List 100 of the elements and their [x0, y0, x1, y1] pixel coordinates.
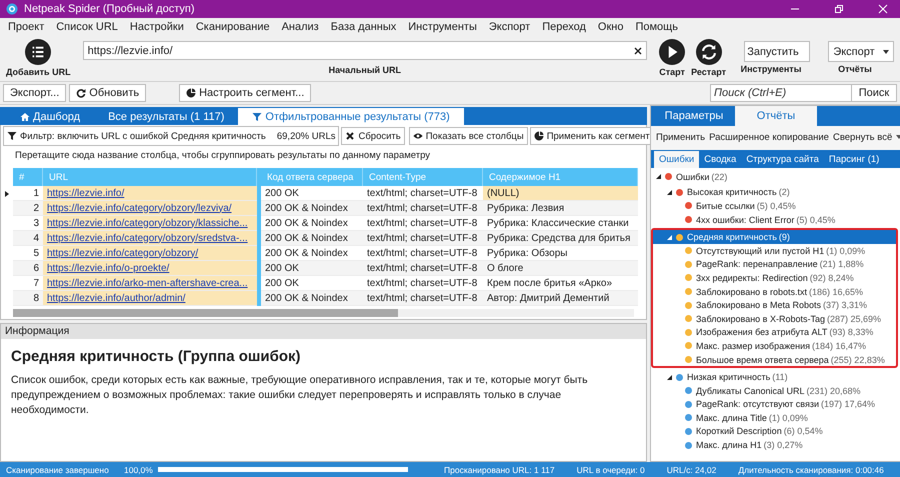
reports-label: Отчёты	[838, 64, 872, 74]
tree-item[interactable]: PageRank: отсутствуют связи (197) 17,64%	[653, 398, 896, 412]
scan-state: Сканирование завершено	[6, 464, 110, 474]
window-title: Netpeak Spider (Пробный доступ)	[24, 3, 194, 15]
expander-icon[interactable]	[656, 174, 661, 180]
table-cell: 200 OK & Noindex	[261, 231, 363, 246]
results-tab[interactable]: Дашборд	[6, 108, 94, 125]
side-tab[interactable]: Отчёты	[735, 106, 817, 126]
table-cell: Рубрика: Лезвия	[483, 201, 638, 216]
table-cell: (NULL)	[483, 186, 638, 201]
results-tab[interactable]: Все результаты (1 117)	[94, 108, 238, 125]
search-field[interactable]: Поиск (Ctrl+E)	[710, 84, 852, 102]
tree-item[interactable]: Низкая критичность (11)	[653, 370, 896, 384]
report-action[interactable]: Свернуть всё	[830, 132, 894, 142]
tree-item[interactable]: Макс. размер изображения (184) 16,47%	[653, 339, 896, 353]
restart-button[interactable]	[696, 39, 722, 65]
export-button[interactable]: Экспорт...	[3, 84, 66, 102]
menu-item[interactable]: Помощь	[629, 21, 684, 33]
menu-item[interactable]: Настройки	[124, 21, 190, 33]
run-dropdown[interactable]: Запустить	[744, 41, 810, 62]
tree-item[interactable]: Отсутствующий или пустой H1 (1) 0,09%	[653, 244, 896, 258]
pie-chart-icon	[534, 131, 544, 141]
cross-icon	[345, 131, 356, 141]
tree-item[interactable]: Макс. длина Title (1) 0,09%	[653, 411, 896, 425]
tree-item[interactable]: Короткий Description (6) 0,54%	[653, 424, 896, 438]
restore-icon[interactable]	[834, 4, 844, 14]
table-cell: Рубрика: Средства для бритья	[483, 231, 638, 246]
eye-icon	[412, 131, 423, 141]
tree-item[interactable]: Заблокировано в Meta Robots (37) 3,31%	[653, 298, 896, 312]
show-columns-button[interactable]: Показать все столбцы	[408, 127, 528, 145]
report-tab[interactable]: Сводка	[699, 151, 742, 168]
horizontal-scrollbar[interactable]	[13, 309, 634, 317]
tree-item[interactable]: Средняя критичность (9)	[653, 230, 896, 244]
start-label: Старт	[659, 67, 685, 77]
close-icon[interactable]	[878, 4, 888, 14]
tree-item[interactable]: Изображения без атрибута ALT (93) 8,33%	[653, 326, 896, 340]
tree-item[interactable]: Большое время ответа сервера (255) 22,83%	[653, 352, 896, 366]
filter-indicator: Фильтр: включить URL с ошибкой Средняя критичность 69,20% URLs	[3, 126, 340, 146]
refresh-icon	[76, 88, 86, 98]
table-cell: 200 OK & Noindex	[261, 201, 363, 216]
export-dropdown[interactable]: Экспорт	[828, 41, 894, 62]
tools-label: Инструменты	[740, 64, 802, 74]
filter-icon	[252, 112, 262, 122]
menu-item[interactable]: Экспорт	[482, 21, 536, 33]
table-cell: 8	[13, 291, 43, 306]
tree-item[interactable]: Дубликаты Canonical URL (231) 20,68%	[653, 384, 896, 398]
report-tab[interactable]: Парсинг (1)	[824, 151, 884, 168]
table-cell: 4	[13, 231, 43, 246]
table-cell: 6	[13, 261, 43, 276]
tree-item[interactable]: Битые ссылки (5) 0,45%	[653, 199, 896, 213]
menu-item[interactable]: Проект	[2, 21, 50, 33]
caret-icon	[882, 50, 889, 54]
menu-item[interactable]: База данных	[324, 21, 402, 33]
expander-icon[interactable]	[667, 190, 672, 195]
clear-icon[interactable]	[634, 46, 642, 54]
expander-icon[interactable]	[667, 374, 672, 380]
tree-item[interactable]: Заблокировано в robots.txt (186) 16,65%	[653, 284, 896, 298]
table-cell: text/html; charset=UTF-8	[363, 231, 483, 246]
url-field-label: Начальный URL	[328, 65, 402, 75]
menu-item[interactable]: Окно	[592, 21, 630, 33]
tree-item[interactable]: Заблокировано в X-Robots-Tag (287) 25,69%	[653, 312, 896, 326]
add-url-label: Добавить URL	[6, 67, 71, 77]
url-field[interactable]: https://lezvie.info/	[82, 41, 648, 60]
menu-item[interactable]: Анализ	[276, 21, 325, 33]
scan-duration: Длительность сканирования: 0:00:46	[738, 464, 884, 474]
tree-item[interactable]: Высокая критичность (2)	[653, 186, 896, 200]
report-action[interactable]: Расширенное копирование	[707, 132, 831, 142]
add-url-button[interactable]	[25, 39, 52, 65]
start-button[interactable]	[659, 39, 686, 65]
tree-item[interactable]: 3xx редиректы: Redirection (92) 8,24%	[653, 271, 896, 285]
tree-item[interactable]: PageRank: перенаправление (21) 1,88%	[653, 258, 896, 272]
table-cell: 200 OK	[261, 261, 363, 276]
report-tab[interactable]: Структура сайта	[741, 151, 824, 168]
menu-item[interactable]: Инструменты	[402, 21, 483, 33]
home-icon	[20, 112, 30, 122]
results-tab[interactable]: Отфильтрованные результаты (773)	[238, 108, 464, 125]
app-logo-icon	[6, 3, 18, 15]
table-cell: text/html; charset=UTF-8	[363, 201, 483, 216]
table-cell: Автор: Дмитрий Дементий	[483, 291, 638, 306]
scan-speed: URL/с: 24,02	[666, 464, 716, 474]
filter-icon	[7, 131, 17, 141]
search-button[interactable]: Поиск	[851, 84, 897, 102]
panel-header: Информация	[1, 324, 646, 339]
report-action[interactable]: Применить	[654, 132, 708, 142]
info-title: Средняя критичность (Группа ошибок)	[11, 348, 302, 365]
pie-chart-icon	[186, 88, 196, 98]
report-tab[interactable]: Ошибки	[654, 151, 700, 168]
tree-item[interactable]: Макс. длина H1 (3) 0,27%	[653, 438, 896, 452]
segment-button[interactable]: Настроить сегмент...	[179, 84, 312, 102]
table-cell: text/html; charset=UTF-8	[363, 261, 483, 276]
side-tab[interactable]: Параметры	[653, 106, 735, 126]
reset-filter-button[interactable]: Сбросить	[341, 127, 405, 145]
tree-item[interactable]: Ошибки (22)	[651, 170, 900, 184]
menu-item[interactable]: Сканирование	[190, 21, 276, 33]
menu-item[interactable]: Список URL	[50, 21, 124, 33]
refresh-button[interactable]: Обновить	[69, 84, 146, 102]
table-cell: 200 OK & Noindex	[261, 291, 363, 306]
menu-item[interactable]: Переход	[536, 21, 592, 33]
group-hint: Перетащите сюда название столбца, чтобы сгруппировать результаты по данному параметру	[14, 149, 431, 163]
tree-item[interactable]: 4xx ошибки: Client Error (5) 0,45%	[653, 212, 896, 226]
